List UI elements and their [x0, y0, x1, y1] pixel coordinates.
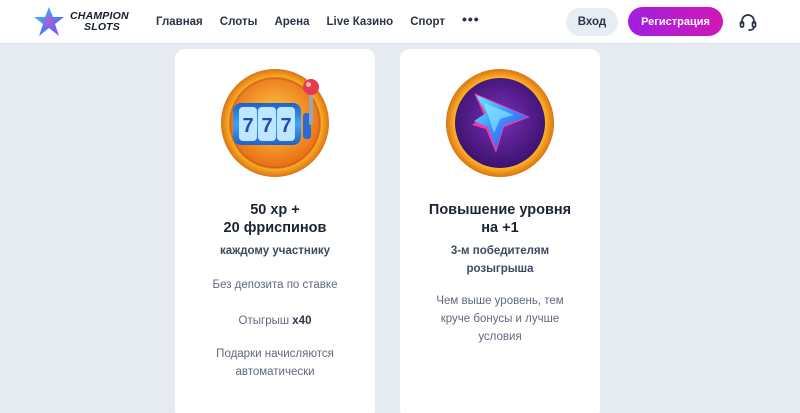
- star-logo-icon: [34, 7, 64, 36]
- card-text-wager: Отыгрыш x40: [175, 312, 375, 330]
- promo-card-xp: 7 7 7 50 xp + 20 фриспинов каждому участ…: [175, 49, 375, 413]
- nav-item-slots[interactable]: Слоты: [220, 16, 258, 28]
- card-text-description: Чем выше уровень, тем круче бонусы и луч…: [436, 295, 564, 343]
- card-title: 50 xp + 20 фриспинов: [223, 202, 327, 236]
- register-button[interactable]: Регистрация: [628, 7, 723, 36]
- level-up-star-icon: [446, 69, 554, 177]
- card-title: Повышение уровня на +1: [428, 202, 572, 236]
- logo-line2: SLOTS: [84, 21, 121, 33]
- card-text-auto: Подарки начисляются автоматически: [216, 348, 334, 378]
- wager-label: Отыгрыш: [238, 315, 293, 327]
- headset-icon[interactable]: [738, 12, 758, 32]
- nav-item-live-casino[interactable]: Live Казино: [327, 16, 394, 28]
- svg-text:7: 7: [242, 115, 253, 137]
- card-subtitle: 3-м победителям розыгрыша: [450, 245, 550, 275]
- login-button[interactable]: Вход: [566, 8, 618, 36]
- nav-item-sport[interactable]: Спорт: [410, 16, 445, 28]
- top-header: CHAMPION SLOTS Главная Слоты Арена Live …: [0, 0, 800, 44]
- slot-machine-icon: 7 7 7: [221, 69, 329, 177]
- main-nav: Главная Слоты Арена Live Казино Спорт ••…: [156, 0, 480, 44]
- wager-value: x40: [292, 315, 312, 327]
- svg-text:7: 7: [280, 115, 291, 137]
- nav-item-home[interactable]: Главная: [156, 16, 203, 28]
- more-menu-icon[interactable]: •••: [462, 11, 480, 27]
- logo[interactable]: CHAMPION SLOTS: [32, 5, 144, 39]
- nav-item-arena[interactable]: Арена: [274, 16, 309, 28]
- promo-card-level: Повышение уровня на +1 3-м победителям р…: [400, 49, 600, 413]
- card-text-deposit: Без депозита по ставке: [212, 279, 338, 291]
- card-subtitle: каждому участнику: [219, 245, 331, 257]
- svg-text:7: 7: [261, 115, 272, 137]
